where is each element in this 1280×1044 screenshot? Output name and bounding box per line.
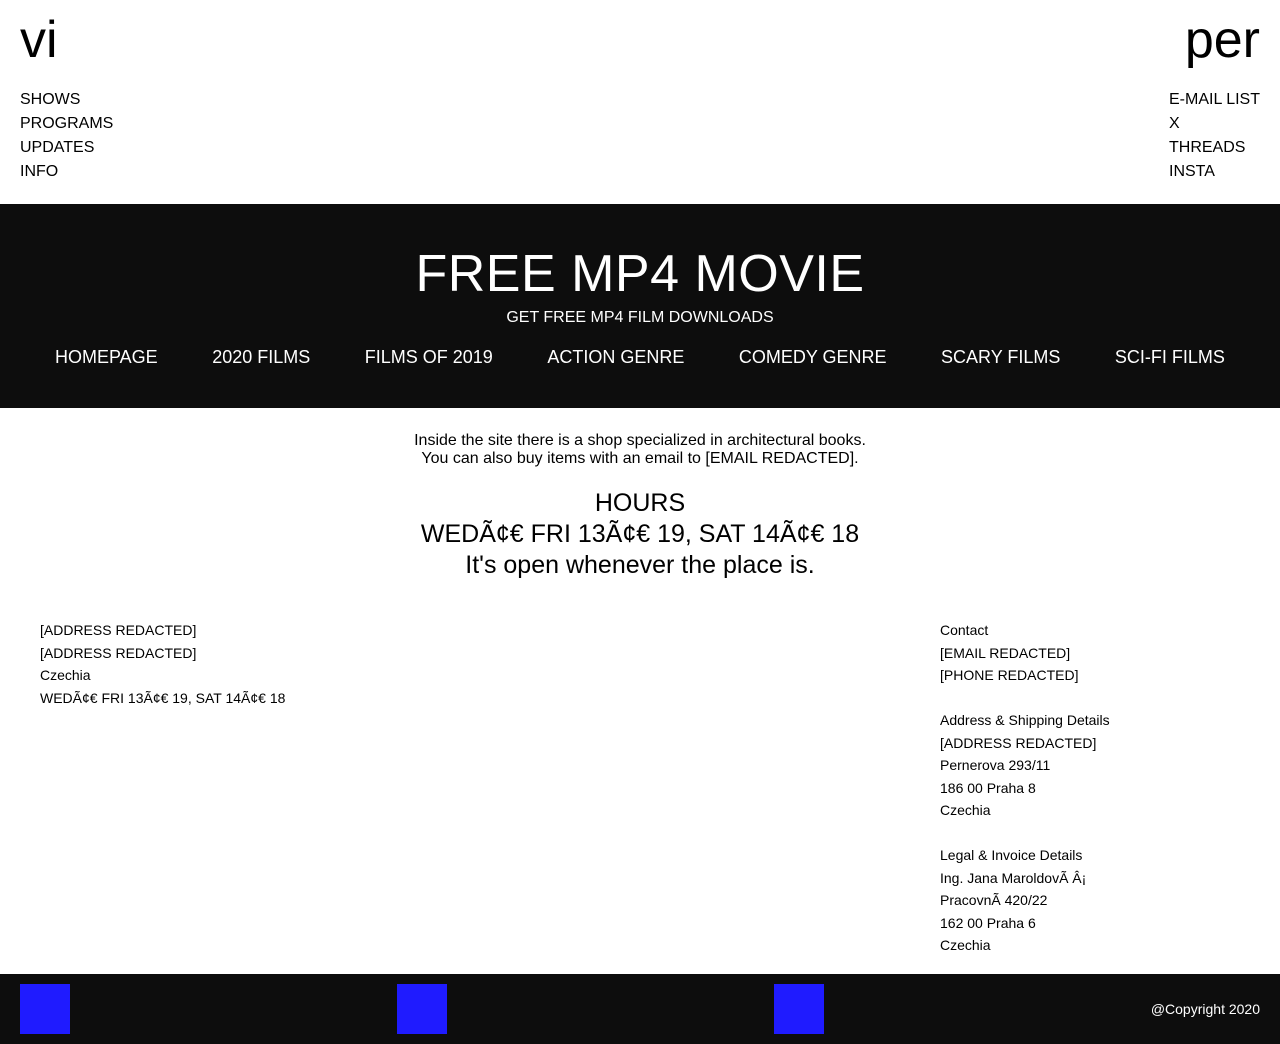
contact-phone[interactable]: [PHONE REDACTED] [940, 664, 1110, 687]
address-country: Czechia [40, 667, 91, 683]
menu-item-scary-films[interactable]: SCARY FILMS [941, 346, 1060, 368]
social-nav: E-MAIL LIST X THREADS INSTA [1169, 88, 1260, 184]
shipping-heading: Address & Shipping Details [940, 712, 1110, 728]
site-header: vi per SHOWS PROGRAMS UPDATES INFO E-MAI… [0, 0, 1280, 204]
legal-line: PracovnÃ 420/22 [940, 892, 1048, 908]
category-menu: HOMEPAGE 2020 FILMS FILMS OF 2019 ACTION… [0, 346, 1280, 368]
hours-times: WEDÃ¢€ FRI 13Ã¢€ 19, SAT 14Ã¢€ 18 [420, 520, 860, 548]
address-line: [ADDRESS REDACTED] [40, 622, 197, 638]
menu-item-homepage[interactable]: HOMEPAGE [55, 346, 158, 368]
legal-line: 162 00 Praha 6 [940, 914, 1036, 931]
legal-heading: Legal & Invoice Details [940, 847, 1083, 863]
address-column: [ADDRESS REDACTED] [ADDRESS REDACTED] Cz… [40, 619, 285, 709]
nav-item-updates[interactable]: UPDATES [20, 136, 113, 160]
hours-block: HOURS WEDÃ¢€ FRI 13Ã¢€ 19, SAT 14Ã¢€ 18 … [0, 488, 1280, 581]
shipping-line: Pernerova 293/11 [940, 757, 1051, 773]
shipping-line: [ADDRESS REDACTED] [940, 734, 1097, 751]
hero-subtitle: GET FREE MP4 FILM DOWNLOADS [506, 309, 774, 326]
legal-line: Ing. Jana MaroldovÃ Â¡ [940, 869, 1087, 886]
copyright-text: @Copyright 2020 [1150, 1001, 1260, 1017]
hours-note: It's open whenever the place is. [465, 551, 815, 579]
primary-nav: SHOWS PROGRAMS UPDATES INFO [20, 88, 113, 184]
intro-line: Inside the site there is a shop speciali… [414, 432, 866, 449]
nav-item-shows[interactable]: SHOWS [20, 88, 113, 112]
menu-item-sci-fi-films[interactable]: SCI-FI FILMS [1115, 346, 1225, 368]
nav-item-x[interactable]: X [1169, 112, 1260, 136]
address-line: [ADDRESS REDACTED] [40, 644, 197, 661]
footer-square-icon[interactable] [20, 984, 70, 1034]
logo-right[interactable]: per [1185, 12, 1260, 68]
menu-item-films-of-2019[interactable]: FILMS OF 2019 [365, 346, 493, 368]
shipping-line: Czechia [940, 802, 991, 818]
address-hours: WEDÃ¢€ FRI 13Ã¢€ 19, SAT 14Ã¢€ 18 [40, 689, 286, 706]
nav-item-programs[interactable]: PROGRAMS [20, 112, 113, 136]
hero-banner: FREE MP4 MOVIE GET FREE MP4 FILM DOWNLOA… [0, 204, 1280, 408]
contact-heading: Contact [940, 622, 989, 638]
nav-item-info[interactable]: INFO [20, 160, 113, 184]
contact-email[interactable]: [EMAIL REDACTED] [940, 642, 1110, 665]
site-footer: @Copyright 2020 [0, 974, 1280, 1044]
intro-line: You can also buy items with an email to … [421, 450, 859, 467]
nav-item-insta[interactable]: INSTA [1169, 160, 1260, 184]
menu-item-comedy-genre[interactable]: COMEDY GENRE [739, 346, 887, 368]
menu-item-2020-films[interactable]: 2020 FILMS [212, 346, 310, 368]
hours-heading: HOURS [594, 489, 686, 517]
menu-item-action-genre[interactable]: ACTION GENRE [547, 346, 684, 368]
hero-title: FREE MP4 MOVIE [415, 245, 865, 303]
intro-text: Inside the site there is a shop speciali… [0, 432, 1280, 468]
contact-column: Contact [EMAIL REDACTED] [PHONE REDACTED… [940, 619, 1110, 957]
footer-square-icon[interactable] [397, 984, 447, 1034]
nav-item-threads[interactable]: THREADS [1169, 136, 1260, 160]
legal-line: Czechia [940, 937, 991, 953]
logo-left[interactable]: vi [20, 12, 58, 68]
nav-item-email-list[interactable]: E-MAIL LIST [1169, 88, 1260, 112]
footer-square-icon[interactable] [774, 984, 824, 1034]
shipping-line: 186 00 Praha 8 [940, 779, 1036, 796]
